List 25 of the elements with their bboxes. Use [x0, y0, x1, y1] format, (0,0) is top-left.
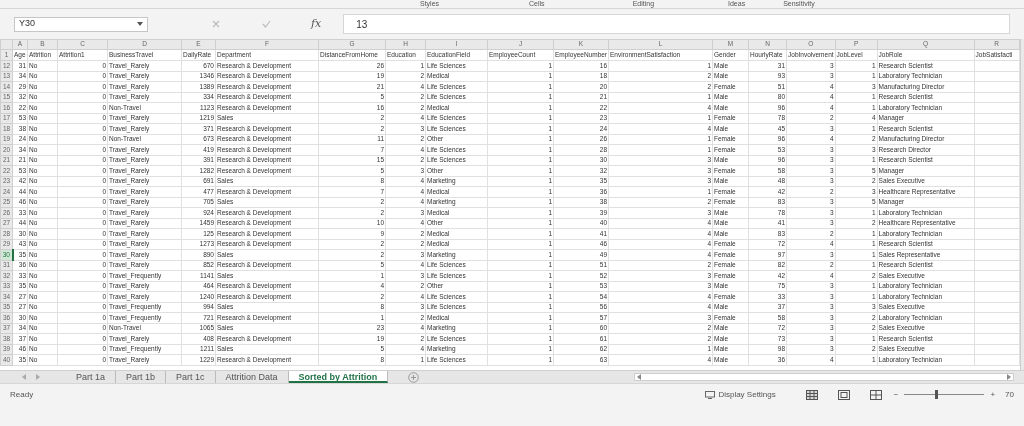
status-text: Ready	[10, 388, 34, 401]
display-settings-button[interactable]: Display Settings	[705, 388, 776, 401]
select-all-corner[interactable]	[0, 39, 13, 50]
scroll-left-icon[interactable]	[22, 374, 26, 380]
cancel-icon[interactable]	[212, 20, 220, 28]
zoom-slider-thumb[interactable]	[934, 390, 938, 399]
monitor-icon	[705, 390, 716, 399]
dropdown-caret-icon	[137, 22, 143, 26]
scroll-right-icon[interactable]	[36, 374, 40, 380]
insert-function-button[interactable]: fx	[311, 15, 322, 33]
check-icon[interactable]	[262, 20, 271, 28]
zoom-percentage[interactable]: 70	[1005, 388, 1014, 401]
scroll-right-icon[interactable]	[1007, 374, 1011, 380]
normal-view-icon[interactable]	[805, 389, 818, 400]
zoom-in-button[interactable]: +	[990, 388, 996, 401]
horizontal-scrollbar[interactable]	[634, 373, 1014, 381]
scroll-left-icon[interactable]	[637, 374, 641, 380]
formula-text: 13	[356, 17, 368, 32]
formula-field[interactable]: 13	[343, 14, 1010, 34]
cell-reference: Y30	[19, 17, 35, 31]
add-sheet-icon[interactable]	[408, 371, 420, 383]
zoom-out-button[interactable]: −	[893, 388, 899, 401]
page-layout-icon[interactable]	[837, 389, 850, 400]
page-break-icon[interactable]	[869, 389, 882, 400]
name-box[interactable]: Y30	[14, 16, 148, 32]
